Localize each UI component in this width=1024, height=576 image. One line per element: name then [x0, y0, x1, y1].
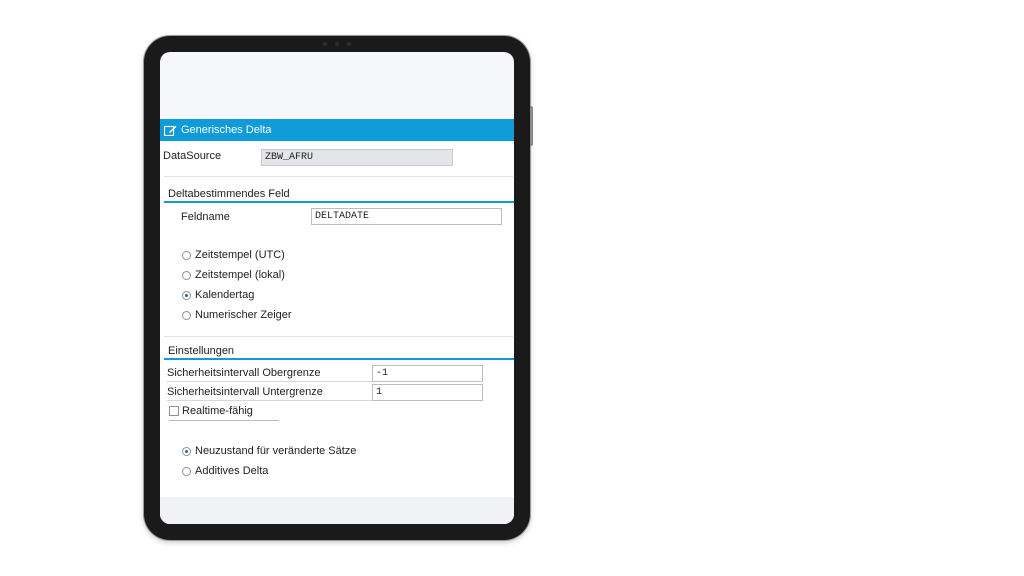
checkbox-label: Realtime-fähig [182, 405, 253, 417]
radio-label: Neuzustand für veränderte Sätze [195, 445, 357, 457]
divider [164, 176, 514, 177]
realtime-checkbox[interactable]: Realtime-fähig [169, 405, 253, 417]
fieldname-field[interactable]: DELTADATE [311, 208, 502, 225]
radio-circle-icon [182, 466, 191, 476]
radio-label: Zeitstempel (UTC) [195, 249, 285, 261]
radio-zeitstempel-utc[interactable]: Zeitstempel (UTC) [182, 249, 285, 261]
radio-label: Kalendertag [195, 289, 255, 301]
fieldname-label: Feldname [181, 211, 230, 223]
divider [169, 420, 279, 421]
radio-selected-icon [182, 446, 191, 456]
window-title: Generisches Delta [181, 124, 272, 136]
footer-area [160, 497, 514, 524]
main-content: DataSource ZBW_AFRU Deltabestimmendes Fe… [160, 141, 514, 524]
window-title-bar: Generisches Delta [160, 119, 514, 141]
tablet-frame: Generisches Delta DataSource ZBW_AFRU De… [144, 36, 533, 540]
radio-zeitstempel-lokal[interactable]: Zeitstempel (lokal) [182, 269, 285, 281]
radio-numerischer-zeiger[interactable]: Numerischer Zeiger [182, 309, 292, 321]
lower-bound-label: Sicherheitsintervall Untergrenze [167, 384, 373, 401]
radio-neuzustand[interactable]: Neuzustand für veränderte Sätze [182, 445, 356, 457]
section-delta-field-heading: Deltabestimmendes Feld [164, 187, 514, 203]
radio-selected-icon [182, 290, 191, 300]
radio-label: Additives Delta [195, 465, 269, 477]
datasource-field[interactable]: ZBW_AFRU [261, 149, 453, 166]
radio-label: Zeitstempel (lokal) [195, 269, 285, 281]
section-settings-heading: Einstellungen [164, 344, 514, 360]
radio-additives-delta[interactable]: Additives Delta [182, 465, 268, 477]
checkbox-icon [169, 406, 179, 416]
edit-document-icon [164, 125, 177, 136]
lower-bound-field[interactable]: 1 [372, 384, 483, 401]
radio-circle-icon [182, 250, 191, 260]
datasource-label: DataSource [163, 150, 222, 162]
radio-label: Numerischer Zeiger [195, 309, 292, 321]
tablet-side-button [530, 106, 533, 146]
tablet-screen: Generisches Delta DataSource ZBW_AFRU De… [160, 52, 514, 524]
upper-bound-label: Sicherheitsintervall Obergrenze [167, 365, 373, 382]
radio-kalendertag[interactable]: Kalendertag [182, 289, 254, 301]
radio-circle-icon [182, 270, 191, 280]
tablet-camera [323, 42, 351, 46]
divider [164, 336, 514, 337]
radio-circle-icon [182, 310, 191, 320]
upper-bound-field[interactable]: -1 [372, 365, 483, 382]
